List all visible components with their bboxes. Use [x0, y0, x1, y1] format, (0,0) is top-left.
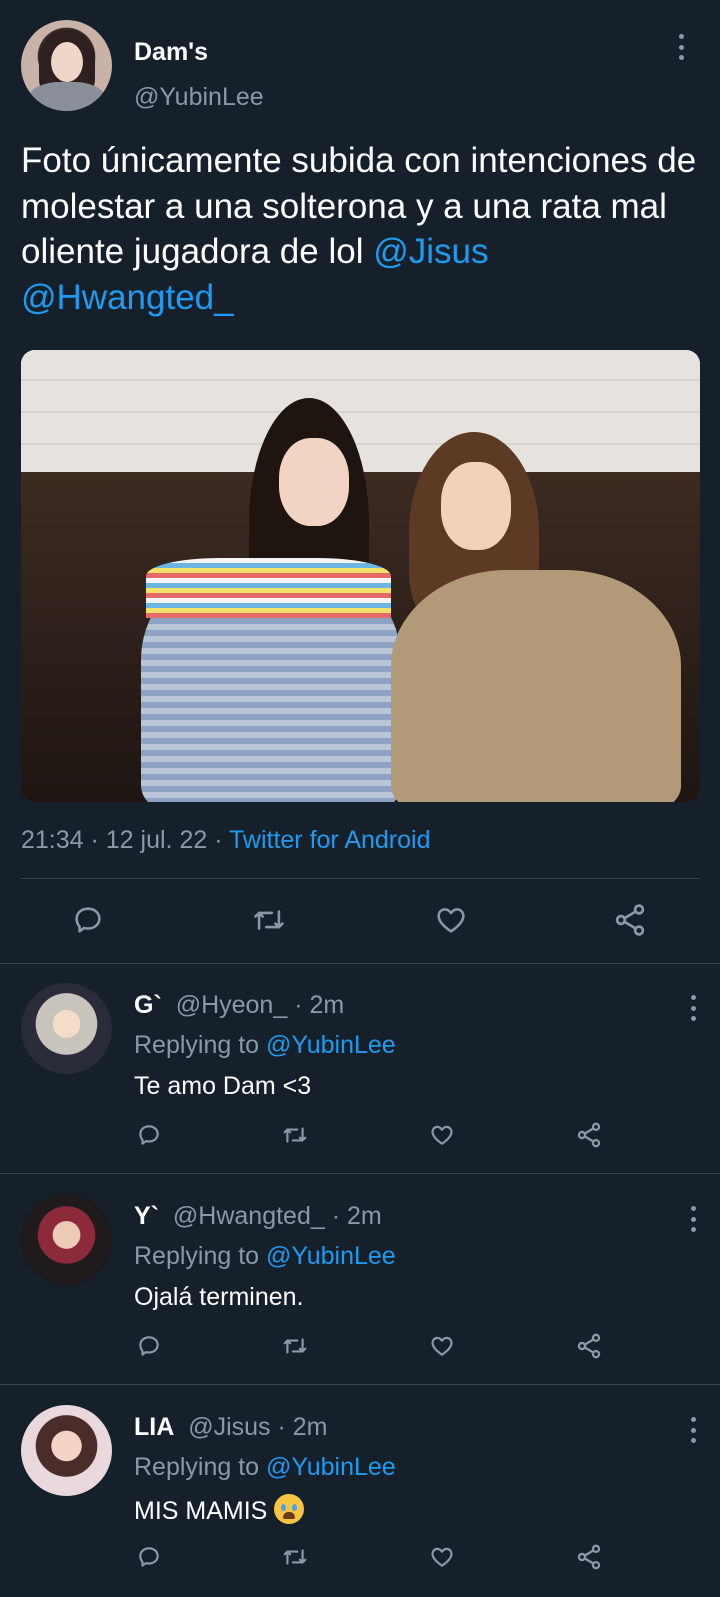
reply-header: G` @Hyeon_ · 2m — [134, 991, 345, 1019]
replying-to-label: Replying to — [134, 1242, 267, 1270]
loudly-crying-face-emoji — [274, 1494, 305, 1524]
reply-handle[interactable]: @Jisus — [188, 1413, 270, 1441]
divider — [21, 878, 700, 879]
more-options-icon[interactable] — [683, 991, 703, 1025]
more-options-icon[interactable] — [683, 1202, 703, 1236]
tweet-metadata: 21:34 · 12 jul. 22 · Twitter for Android — [21, 826, 431, 855]
share-icon[interactable] — [574, 1120, 604, 1150]
reply-time: 2m — [292, 1413, 328, 1441]
meta-separator: · — [207, 826, 230, 854]
reply-avatar[interactable] — [21, 1194, 112, 1285]
reply-text: Te amo Dam <3 — [134, 1072, 312, 1100]
replying-to-label: Replying to — [134, 1453, 267, 1481]
tweet-text: Foto únicamente subida con intenciones d… — [21, 138, 701, 320]
tweet-photo[interactable] — [21, 350, 700, 802]
mention-hwangted[interactable]: @Hwangted_ — [21, 278, 234, 317]
reply-icon[interactable] — [134, 1331, 164, 1361]
share-icon[interactable] — [574, 1331, 604, 1361]
share-icon[interactable] — [574, 1542, 604, 1572]
like-icon[interactable] — [427, 1542, 457, 1572]
reply-avatar[interactable] — [21, 983, 112, 1074]
main-tweet: Dam's @YubinLee Foto únicamente subida c… — [0, 0, 720, 963]
tweet-source[interactable]: Twitter for Android — [229, 826, 430, 854]
reply-avatar[interactable] — [21, 1405, 112, 1496]
replying-to-label: Replying to — [134, 1031, 267, 1059]
reply-icon[interactable] — [134, 1542, 164, 1572]
tweet-date: 12 jul. 22 — [105, 826, 208, 854]
replying-to-handle[interactable]: @YubinLee — [266, 1242, 396, 1270]
share-icon[interactable] — [610, 900, 650, 940]
replying-to: Replying to @YubinLee — [134, 1453, 396, 1482]
retweet-icon[interactable] — [280, 1120, 310, 1150]
like-icon[interactable] — [431, 900, 471, 940]
meta-separator: · — [83, 826, 106, 854]
reply-handle[interactable]: @Hwangted_ — [173, 1202, 325, 1230]
reply-header: Y` @Hwangted_ · 2m — [134, 1202, 382, 1230]
reply-display-name[interactable]: Y` — [134, 1202, 159, 1230]
retweet-icon[interactable] — [280, 1542, 310, 1572]
reply-display-name[interactable]: LIA — [134, 1413, 174, 1441]
reply-tweet[interactable]: LIA @Jisus · 2m Replying to @YubinLee MI… — [0, 1385, 720, 1595]
reply-icon[interactable] — [68, 900, 108, 940]
retweet-icon[interactable] — [280, 1331, 310, 1361]
author-avatar[interactable] — [21, 20, 112, 111]
reply-time: 2m — [309, 991, 345, 1019]
reply-tweet[interactable]: G` @Hyeon_ · 2m Replying to @YubinLee Te… — [0, 963, 720, 1173]
replying-to: Replying to @YubinLee — [134, 1242, 396, 1271]
reply-time: 2m — [346, 1202, 382, 1230]
reply-text: MIS MAMIS — [134, 1494, 305, 1526]
reply-handle[interactable]: @Hyeon_ — [176, 991, 288, 1019]
replying-to: Replying to @YubinLee — [134, 1031, 396, 1060]
replying-to-handle[interactable]: @YubinLee — [266, 1453, 396, 1481]
like-icon[interactable] — [427, 1120, 457, 1150]
author-handle[interactable]: @YubinLee — [134, 83, 264, 112]
tweet-text-body: Foto únicamente subida con intenciones d… — [21, 141, 697, 271]
tweet-time: 21:34 — [21, 826, 84, 854]
more-options-icon[interactable] — [671, 30, 691, 64]
mention-jisus[interactable]: @Jisus — [373, 232, 488, 271]
reply-text: Ojalá terminen. — [134, 1283, 304, 1311]
reply-icon[interactable] — [134, 1120, 164, 1150]
reply-text-body: MIS MAMIS — [134, 1497, 275, 1525]
replying-to-handle[interactable]: @YubinLee — [266, 1031, 396, 1059]
reply-tweet[interactable]: Y` @Hwangted_ · 2m Replying to @YubinLee… — [0, 1174, 720, 1384]
retweet-icon[interactable] — [249, 900, 289, 940]
reply-header: LIA @Jisus · 2m — [134, 1413, 328, 1441]
more-options-icon[interactable] — [683, 1413, 703, 1447]
like-icon[interactable] — [427, 1331, 457, 1361]
author-display-name[interactable]: Dam's — [134, 38, 208, 67]
reply-display-name[interactable]: G` — [134, 991, 162, 1019]
